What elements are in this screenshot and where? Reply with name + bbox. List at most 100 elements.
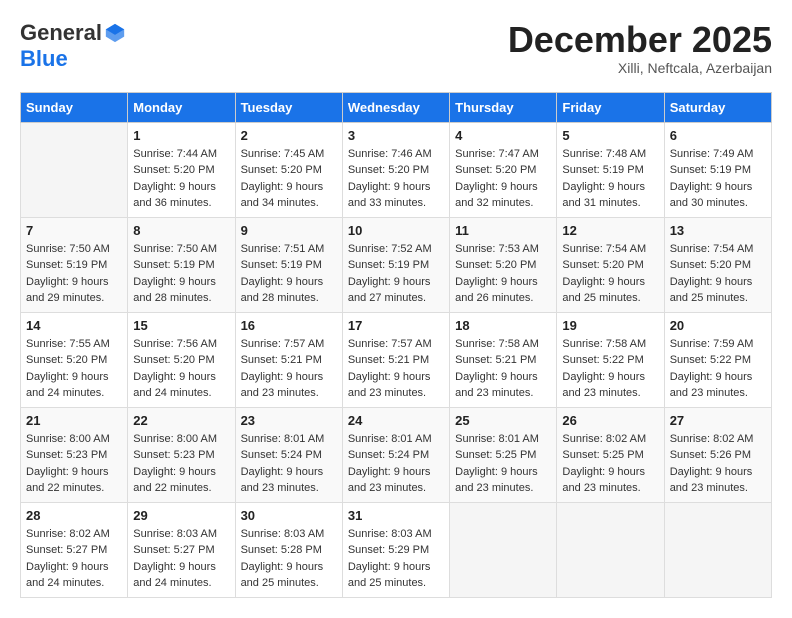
day-header-wednesday: Wednesday bbox=[342, 92, 449, 122]
day-info: Sunrise: 8:01 AMSunset: 5:25 PMDaylight:… bbox=[455, 431, 551, 497]
day-number: 6 bbox=[670, 128, 766, 143]
calendar-cell: 5Sunrise: 7:48 AMSunset: 5:19 PMDaylight… bbox=[557, 122, 664, 217]
calendar-cell: 7Sunrise: 7:50 AMSunset: 5:19 PMDaylight… bbox=[21, 217, 128, 312]
calendar-cell bbox=[664, 502, 771, 597]
day-number: 1 bbox=[133, 128, 229, 143]
day-info: Sunrise: 8:00 AMSunset: 5:23 PMDaylight:… bbox=[26, 431, 122, 497]
day-info: Sunrise: 8:01 AMSunset: 5:24 PMDaylight:… bbox=[348, 431, 444, 497]
day-info: Sunrise: 8:02 AMSunset: 5:25 PMDaylight:… bbox=[562, 431, 658, 497]
day-info: Sunrise: 7:47 AMSunset: 5:20 PMDaylight:… bbox=[455, 146, 551, 212]
calendar-cell: 24 Sunrise: 8:01 AMSunset: 5:24 PMDayligh… bbox=[342, 407, 449, 502]
day-number: 26 bbox=[562, 413, 658, 428]
day-number: 25 bbox=[455, 413, 551, 428]
calendar-cell: 16 Sunrise: 7:57 AMSunset: 5:21 PMDayligh… bbox=[235, 312, 342, 407]
calendar-header-row: SundayMondayTuesdayWednesdayThursdayFrid… bbox=[21, 92, 772, 122]
logo-icon bbox=[104, 22, 126, 44]
day-number: 30 bbox=[241, 508, 337, 523]
calendar-cell: 19 Sunrise: 7:58 AMSunset: 5:22 PMDayligh… bbox=[557, 312, 664, 407]
calendar-cell: 1 Sunrise: 7:44 AMSunset: 5:20 PMDaylight… bbox=[128, 122, 235, 217]
day-info: Sunrise: 7:49 AMSunset: 5:19 PMDaylight:… bbox=[670, 146, 766, 212]
day-info: Sunrise: 7:58 AMSunset: 5:21 PMDaylight:… bbox=[455, 336, 551, 402]
day-info: Sunrise: 7:44 AMSunset: 5:20 PMDaylight:… bbox=[133, 146, 229, 212]
title-block: December 2025 Xilli, Neftcala, Azerbaija… bbox=[508, 20, 772, 76]
day-number: 18 bbox=[455, 318, 551, 333]
calendar-cell: 26 Sunrise: 8:02 AMSunset: 5:25 PMDayligh… bbox=[557, 407, 664, 502]
day-number: 5 bbox=[562, 128, 658, 143]
calendar-cell: 4Sunrise: 7:47 AMSunset: 5:20 PMDaylight… bbox=[450, 122, 557, 217]
calendar-cell: 12Sunrise: 7:54 AMSunset: 5:20 PMDayligh… bbox=[557, 217, 664, 312]
calendar-cell: 13 Sunrise: 7:54 AMSunset: 5:20 PMDayligh… bbox=[664, 217, 771, 312]
day-number: 2 bbox=[241, 128, 337, 143]
calendar-cell: 11Sunrise: 7:53 AMSunset: 5:20 PMDayligh… bbox=[450, 217, 557, 312]
day-header-saturday: Saturday bbox=[664, 92, 771, 122]
location-text: Xilli, Neftcala, Azerbaijan bbox=[508, 60, 772, 76]
day-number: 8 bbox=[133, 223, 229, 238]
day-info: Sunrise: 7:57 AMSunset: 5:21 PMDaylight:… bbox=[348, 336, 444, 402]
calendar-week-row: 28 Sunrise: 8:02 AMSunset: 5:27 PMDayligh… bbox=[21, 502, 772, 597]
day-info: Sunrise: 7:45 AMSunset: 5:20 PMDaylight:… bbox=[241, 146, 337, 212]
calendar-cell bbox=[21, 122, 128, 217]
logo-blue-text: Blue bbox=[20, 46, 68, 72]
day-info: Sunrise: 7:50 AMSunset: 5:19 PMDaylight:… bbox=[133, 241, 229, 307]
day-number: 19 bbox=[562, 318, 658, 333]
day-info: Sunrise: 7:52 AMSunset: 5:19 PMDaylight:… bbox=[348, 241, 444, 307]
day-info: Sunrise: 7:56 AMSunset: 5:20 PMDaylight:… bbox=[133, 336, 229, 402]
calendar-cell: 30Sunrise: 8:03 AMSunset: 5:28 PMDayligh… bbox=[235, 502, 342, 597]
day-number: 31 bbox=[348, 508, 444, 523]
calendar-cell: 15 Sunrise: 7:56 AMSunset: 5:20 PMDayligh… bbox=[128, 312, 235, 407]
day-number: 10 bbox=[348, 223, 444, 238]
day-info: Sunrise: 8:00 AMSunset: 5:23 PMDaylight:… bbox=[133, 431, 229, 497]
day-number: 27 bbox=[670, 413, 766, 428]
logo-general-text: General bbox=[20, 20, 102, 46]
day-info: Sunrise: 8:03 AMSunset: 5:27 PMDaylight:… bbox=[133, 526, 229, 592]
day-info: Sunrise: 7:51 AMSunset: 5:19 PMDaylight:… bbox=[241, 241, 337, 307]
calendar-cell: 28 Sunrise: 8:02 AMSunset: 5:27 PMDayligh… bbox=[21, 502, 128, 597]
day-number: 14 bbox=[26, 318, 122, 333]
calendar-week-row: 14 Sunrise: 7:55 AMSunset: 5:20 PMDayligh… bbox=[21, 312, 772, 407]
calendar-cell: 2 Sunrise: 7:45 AMSunset: 5:20 PMDaylight… bbox=[235, 122, 342, 217]
calendar-cell: 3Sunrise: 7:46 AMSunset: 5:20 PMDaylight… bbox=[342, 122, 449, 217]
day-info: Sunrise: 8:03 AMSunset: 5:29 PMDaylight:… bbox=[348, 526, 444, 592]
day-info: Sunrise: 8:02 AMSunset: 5:26 PMDaylight:… bbox=[670, 431, 766, 497]
calendar-cell: 10 Sunrise: 7:52 AMSunset: 5:19 PMDayligh… bbox=[342, 217, 449, 312]
calendar-cell: 29Sunrise: 8:03 AMSunset: 5:27 PMDayligh… bbox=[128, 502, 235, 597]
calendar-cell: 31 Sunrise: 8:03 AMSunset: 5:29 PMDayligh… bbox=[342, 502, 449, 597]
calendar-cell: 27 Sunrise: 8:02 AMSunset: 5:26 PMDayligh… bbox=[664, 407, 771, 502]
calendar-week-row: 21 Sunrise: 8:00 AMSunset: 5:23 PMDayligh… bbox=[21, 407, 772, 502]
calendar-cell: 21 Sunrise: 8:00 AMSunset: 5:23 PMDayligh… bbox=[21, 407, 128, 502]
logo: General Blue bbox=[20, 20, 126, 72]
day-number: 21 bbox=[26, 413, 122, 428]
day-header-tuesday: Tuesday bbox=[235, 92, 342, 122]
day-header-thursday: Thursday bbox=[450, 92, 557, 122]
day-number: 16 bbox=[241, 318, 337, 333]
calendar-week-row: 1 Sunrise: 7:44 AMSunset: 5:20 PMDaylight… bbox=[21, 122, 772, 217]
day-number: 28 bbox=[26, 508, 122, 523]
day-info: Sunrise: 7:54 AMSunset: 5:20 PMDaylight:… bbox=[670, 241, 766, 307]
day-info: Sunrise: 8:01 AMSunset: 5:24 PMDaylight:… bbox=[241, 431, 337, 497]
day-number: 15 bbox=[133, 318, 229, 333]
calendar-cell bbox=[450, 502, 557, 597]
day-info: Sunrise: 7:46 AMSunset: 5:20 PMDaylight:… bbox=[348, 146, 444, 212]
calendar-table: SundayMondayTuesdayWednesdayThursdayFrid… bbox=[20, 92, 772, 598]
calendar-cell: 9Sunrise: 7:51 AMSunset: 5:19 PMDaylight… bbox=[235, 217, 342, 312]
calendar-cell: 17Sunrise: 7:57 AMSunset: 5:21 PMDayligh… bbox=[342, 312, 449, 407]
calendar-cell: 14 Sunrise: 7:55 AMSunset: 5:20 PMDayligh… bbox=[21, 312, 128, 407]
day-info: Sunrise: 7:58 AMSunset: 5:22 PMDaylight:… bbox=[562, 336, 658, 402]
day-info: Sunrise: 7:59 AMSunset: 5:22 PMDaylight:… bbox=[670, 336, 766, 402]
day-info: Sunrise: 7:57 AMSunset: 5:21 PMDaylight:… bbox=[241, 336, 337, 402]
calendar-cell: 20 Sunrise: 7:59 AMSunset: 5:22 PMDayligh… bbox=[664, 312, 771, 407]
day-number: 13 bbox=[670, 223, 766, 238]
calendar-cell: 23Sunrise: 8:01 AMSunset: 5:24 PMDayligh… bbox=[235, 407, 342, 502]
day-info: Sunrise: 7:55 AMSunset: 5:20 PMDaylight:… bbox=[26, 336, 122, 402]
calendar-cell: 8 Sunrise: 7:50 AMSunset: 5:19 PMDaylight… bbox=[128, 217, 235, 312]
day-header-monday: Monday bbox=[128, 92, 235, 122]
day-number: 11 bbox=[455, 223, 551, 238]
day-number: 22 bbox=[133, 413, 229, 428]
calendar-cell: 18 Sunrise: 7:58 AMSunset: 5:21 PMDayligh… bbox=[450, 312, 557, 407]
day-info: Sunrise: 8:02 AMSunset: 5:27 PMDaylight:… bbox=[26, 526, 122, 592]
day-number: 20 bbox=[670, 318, 766, 333]
day-number: 24 bbox=[348, 413, 444, 428]
calendar-cell: 25 Sunrise: 8:01 AMSunset: 5:25 PMDayligh… bbox=[450, 407, 557, 502]
day-header-friday: Friday bbox=[557, 92, 664, 122]
calendar-cell: 22 Sunrise: 8:00 AMSunset: 5:23 PMDayligh… bbox=[128, 407, 235, 502]
